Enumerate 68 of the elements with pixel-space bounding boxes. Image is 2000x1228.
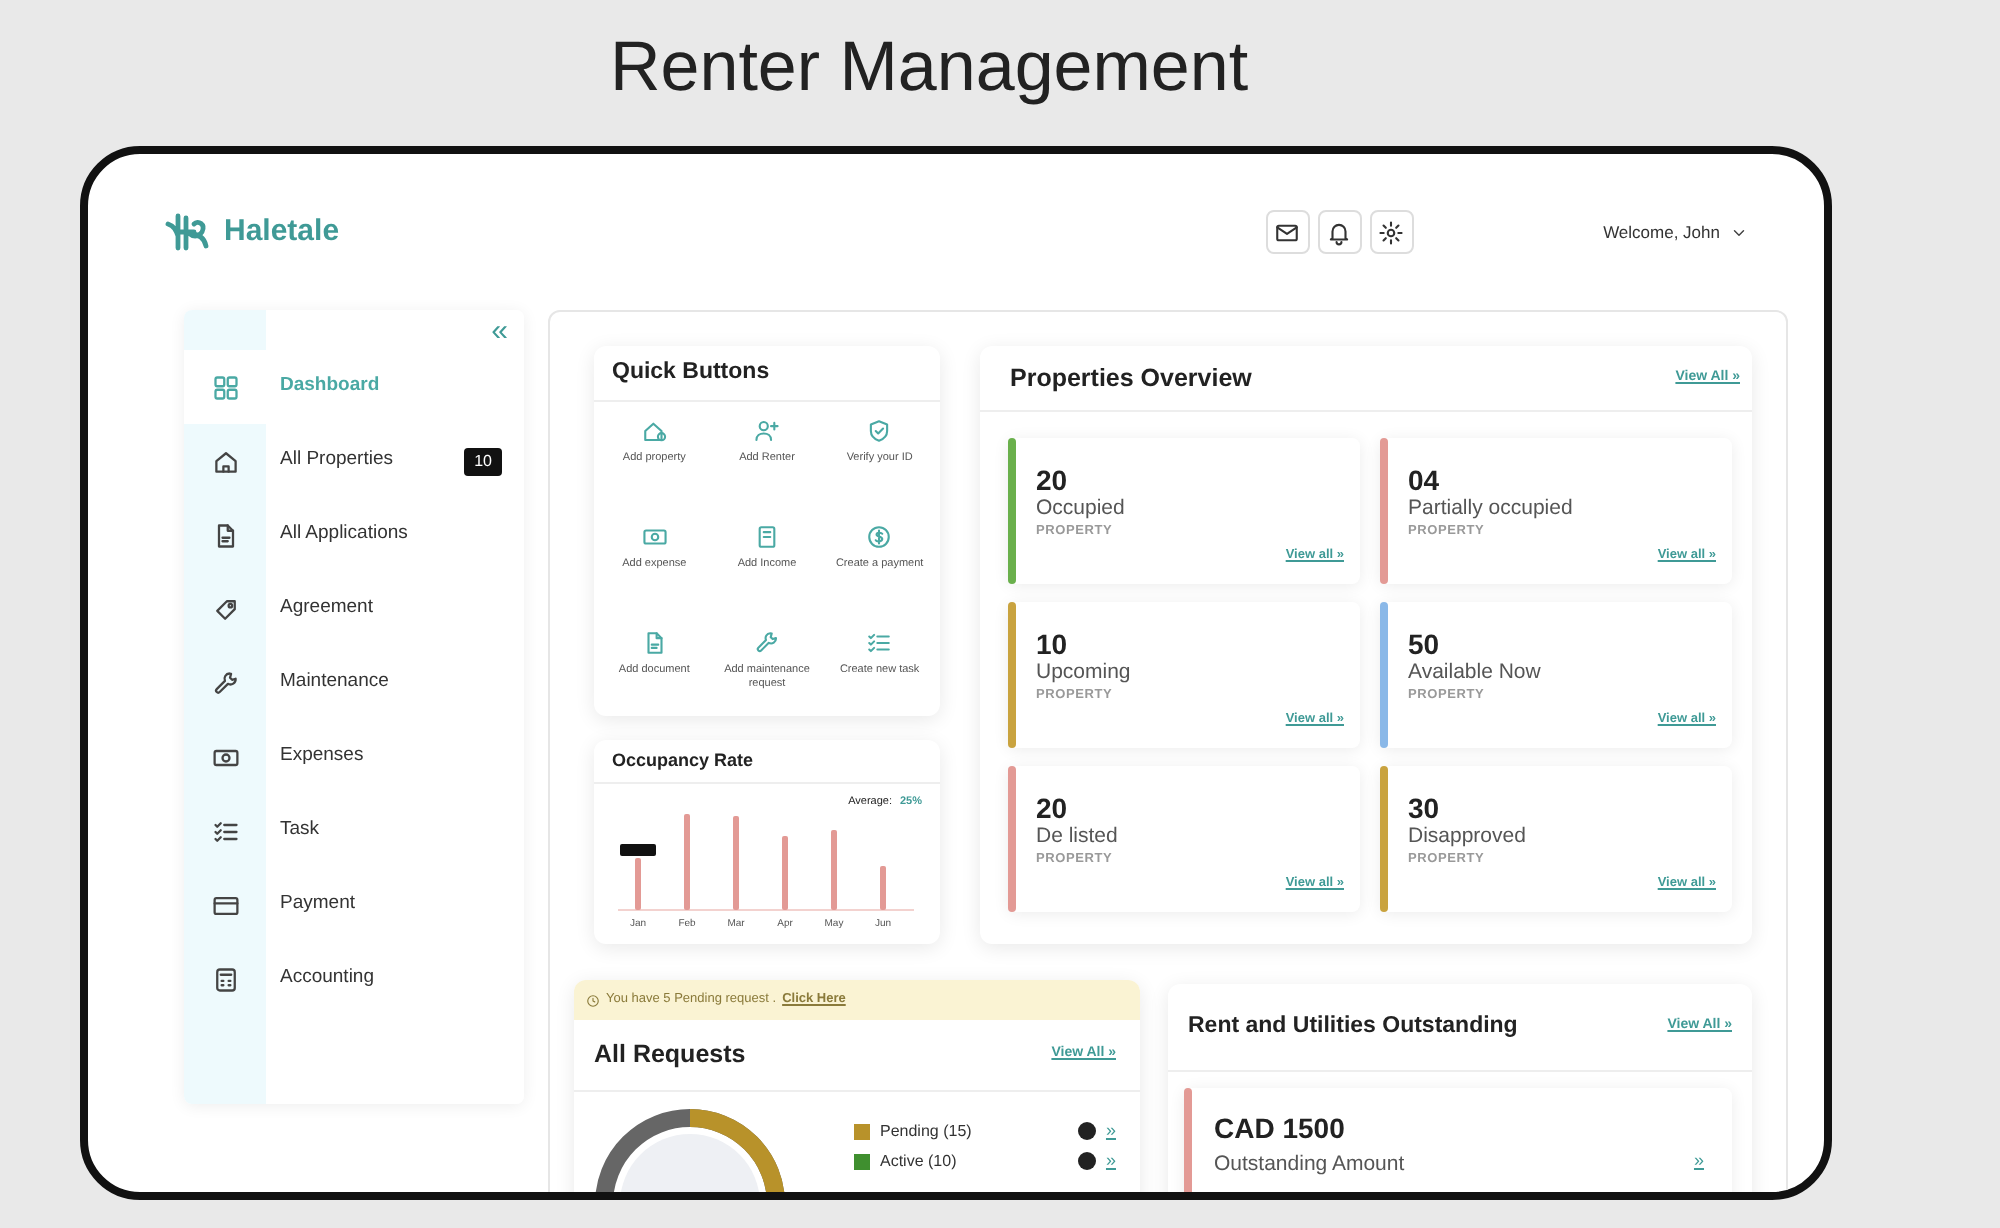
house-icon [641,418,668,444]
wrench-icon [753,630,780,656]
details-link[interactable]: » [1105,1117,1116,1145]
bar [831,830,837,911]
legend-label: Pending (15) [880,1119,972,1143]
card-title: All Requests [594,1038,746,1073]
sidebar-item[interactable]: Accounting [184,942,524,1016]
document-icon [641,630,668,656]
settings-button[interactable] [1369,210,1414,254]
sidebar-item[interactable]: Payment [184,868,524,942]
person-plus-icon [753,418,780,444]
details-link[interactable]: » [1105,1147,1116,1175]
wrench-icon [211,669,239,697]
sidebar-item[interactable]: Agreement [184,572,524,646]
count-dot [1077,1122,1096,1140]
stat-label: Occupied [1036,496,1127,522]
count-badge: 10 [464,447,502,475]
bell-icon [1326,219,1353,245]
settings-icon [1378,219,1405,245]
stat-label: De listed [1036,824,1120,850]
calculator-icon [211,965,239,993]
grid-icon [211,373,239,401]
bar [635,858,641,911]
checklist-icon [866,630,893,656]
stat-label: Upcoming [1036,660,1133,686]
sidebar-item[interactable]: All Applications [184,498,524,572]
bar [782,836,788,911]
slide-title: Renter Management [610,26,1249,110]
bar [733,816,739,911]
card-title: Quick Buttons [612,357,770,388]
mail-icon [1274,219,1301,245]
clock-icon [586,993,600,1007]
logo-text: Haletale [224,211,340,252]
stat-label: Disapproved [1408,824,1528,850]
stat-value: 20 [1036,792,1070,824]
tag-icon [211,595,239,623]
tooltip [620,844,656,857]
house-icon [211,447,239,475]
shield-icon [866,418,893,444]
sidebar-item[interactable]: All Properties 10 [184,424,524,498]
count-dot [1077,1152,1096,1170]
checklist-icon [211,817,239,845]
dollar-circle-icon [866,524,893,550]
card-title: Occupancy Rate [612,747,754,774]
sidebar-item[interactable]: Task [184,794,524,868]
stat-value: 10 [1036,628,1070,660]
welcome-text[interactable]: Welcome, John [1603,219,1720,245]
amount-value: CAD 1500 [1214,1112,1347,1144]
bar [684,814,690,911]
banknote-icon [641,524,668,550]
notification-button[interactable] [1317,210,1362,254]
receipt-icon [753,524,780,550]
sidebar-item[interactable]: Maintenance [184,646,524,720]
sidebar-item[interactable]: Expenses [184,720,524,794]
stat-label: Partially occupied [1408,496,1575,522]
stat-value: 04 [1408,464,1442,496]
stat-value: 30 [1408,792,1442,824]
card-title: Properties Overview [1010,361,1252,396]
legend-label: Active (10) [880,1149,957,1173]
credit-card-icon [211,891,239,919]
amount-label: Outstanding Amount [1214,1152,1405,1178]
bar [880,866,886,911]
details-link[interactable]: » [1693,1147,1704,1175]
mail-button[interactable] [1265,210,1310,254]
stat-value: 20 [1036,464,1070,496]
stat-label: Available Now [1408,660,1543,686]
stat-value: 50 [1408,628,1442,660]
card-title: Rent and Utilities Outstanding [1188,1011,1518,1042]
